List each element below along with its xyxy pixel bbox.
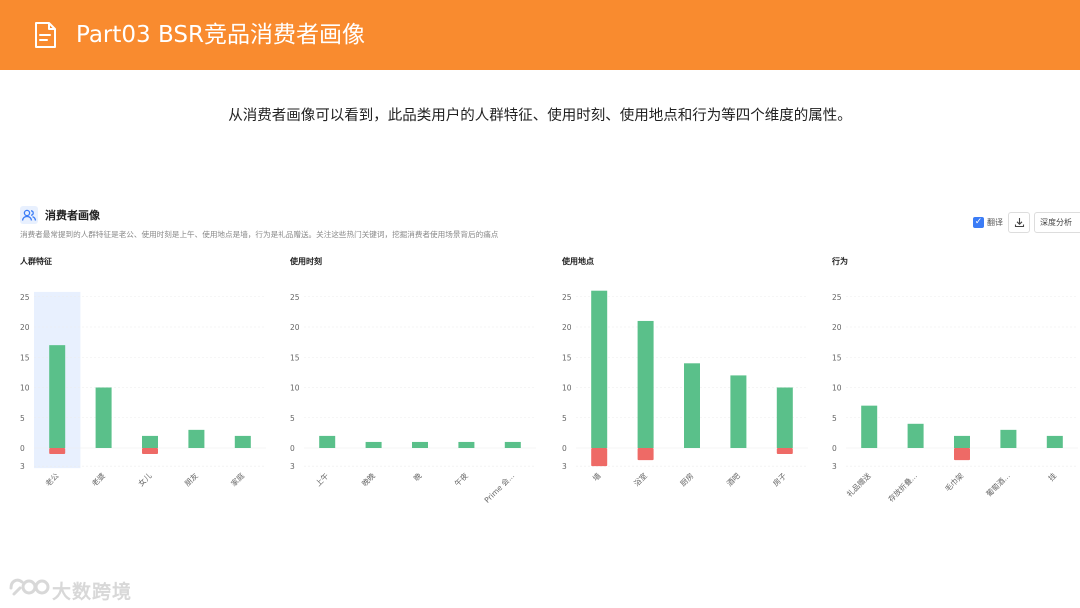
bar-positive bbox=[1000, 429, 1017, 448]
bar-negative bbox=[591, 448, 608, 467]
x-category-label: 毛巾架 bbox=[942, 470, 965, 493]
bar-positive bbox=[591, 290, 608, 448]
bar-positive bbox=[637, 320, 654, 448]
bar-positive bbox=[412, 441, 428, 448]
x-category-label: 葡萄酒... bbox=[984, 470, 1012, 498]
bar-positive bbox=[861, 405, 878, 448]
y-tick-label: 20 bbox=[832, 323, 842, 332]
y-tick-label: 25 bbox=[20, 293, 30, 302]
bar-positive bbox=[684, 363, 700, 448]
x-category-label: 晚 bbox=[411, 470, 424, 483]
brand-watermark-text: 大数跨境 bbox=[52, 581, 133, 603]
x-category-label: 墙 bbox=[590, 470, 603, 483]
bar-positive bbox=[1046, 435, 1063, 448]
x-category-label: 女儿 bbox=[136, 470, 154, 488]
y-tick-label: 3 bbox=[20, 462, 25, 471]
y-tick-label: 10 bbox=[20, 384, 30, 393]
y-tick-label: 25 bbox=[290, 293, 300, 302]
bar-positive bbox=[234, 435, 251, 448]
y-tick-label: 5 bbox=[290, 414, 295, 423]
y-tick-label: 10 bbox=[832, 384, 842, 393]
x-category-label: 酒吧 bbox=[725, 471, 742, 488]
y-tick-label: 15 bbox=[20, 353, 30, 362]
y-tick-label: 3 bbox=[562, 462, 567, 471]
bar-negative bbox=[954, 448, 970, 461]
x-category-label: 朋友 bbox=[182, 470, 200, 488]
x-category-label: 挂 bbox=[1046, 470, 1059, 483]
bar-positive bbox=[776, 387, 793, 448]
y-tick-label: 3 bbox=[290, 462, 295, 471]
y-tick-label: 10 bbox=[562, 384, 572, 393]
x-category-label: 房子 bbox=[771, 470, 789, 488]
bar-positive bbox=[365, 441, 382, 448]
y-tick-label: 10 bbox=[290, 384, 300, 393]
x-category-label: 家庭 bbox=[229, 470, 247, 488]
y-tick-label: 0 bbox=[562, 444, 567, 453]
y-tick-label: 25 bbox=[832, 293, 842, 302]
brand-logo-icon bbox=[9, 578, 50, 596]
bar-positive bbox=[95, 387, 112, 448]
y-tick-label: 5 bbox=[562, 414, 567, 423]
x-category-label: 浴室 bbox=[631, 470, 649, 488]
bar-negative bbox=[776, 448, 793, 455]
x-category-label: 午夜 bbox=[452, 470, 470, 488]
y-tick-label: 5 bbox=[832, 414, 837, 423]
x-category-label: 存放折叠... bbox=[886, 470, 919, 503]
bar-negative bbox=[49, 448, 66, 455]
y-tick-label: 20 bbox=[20, 323, 30, 332]
x-category-label: 晚晚 bbox=[359, 470, 377, 488]
bar-positive bbox=[319, 435, 336, 448]
bar-positive bbox=[458, 441, 475, 448]
bar-negative bbox=[637, 448, 654, 461]
y-tick-label: 3 bbox=[832, 462, 837, 471]
x-category-label: 厨房 bbox=[678, 470, 696, 488]
bar-positive bbox=[188, 429, 205, 448]
y-tick-label: 20 bbox=[562, 323, 572, 332]
y-tick-label: 5 bbox=[20, 414, 25, 423]
y-tick-label: 15 bbox=[832, 353, 842, 362]
bar-positive bbox=[504, 441, 521, 448]
bar-positive bbox=[730, 375, 747, 448]
bar-positive bbox=[142, 435, 158, 448]
x-category-label: 老婆 bbox=[89, 470, 107, 488]
y-tick-label: 20 bbox=[290, 323, 300, 332]
bar-negative bbox=[142, 448, 158, 455]
slide: Part03 BSR竞品消费者画像 从消费者画像可以看到，此品类用户的人群特征、… bbox=[0, 0, 1080, 608]
bar-positive bbox=[954, 435, 970, 448]
x-category-label: Prime 会... bbox=[482, 470, 516, 504]
bar-positive bbox=[907, 423, 924, 448]
y-tick-label: 0 bbox=[290, 444, 295, 453]
y-tick-label: 15 bbox=[562, 353, 572, 362]
y-tick-label: 15 bbox=[290, 353, 300, 362]
y-tick-label: 0 bbox=[20, 444, 25, 453]
charts-canvas: 25201510503老公 老婆 女儿 朋友 家庭25201510503上午 晚晚晚午夜 P… bbox=[20, 290, 1078, 505]
x-category-label: 上午 bbox=[313, 470, 331, 488]
y-tick-label: 0 bbox=[832, 444, 837, 453]
y-tick-label: 25 bbox=[562, 293, 572, 302]
bar-positive bbox=[49, 345, 66, 448]
x-category-label: 老公 bbox=[43, 470, 61, 488]
x-category-label: 礼品赠送 bbox=[844, 470, 873, 499]
